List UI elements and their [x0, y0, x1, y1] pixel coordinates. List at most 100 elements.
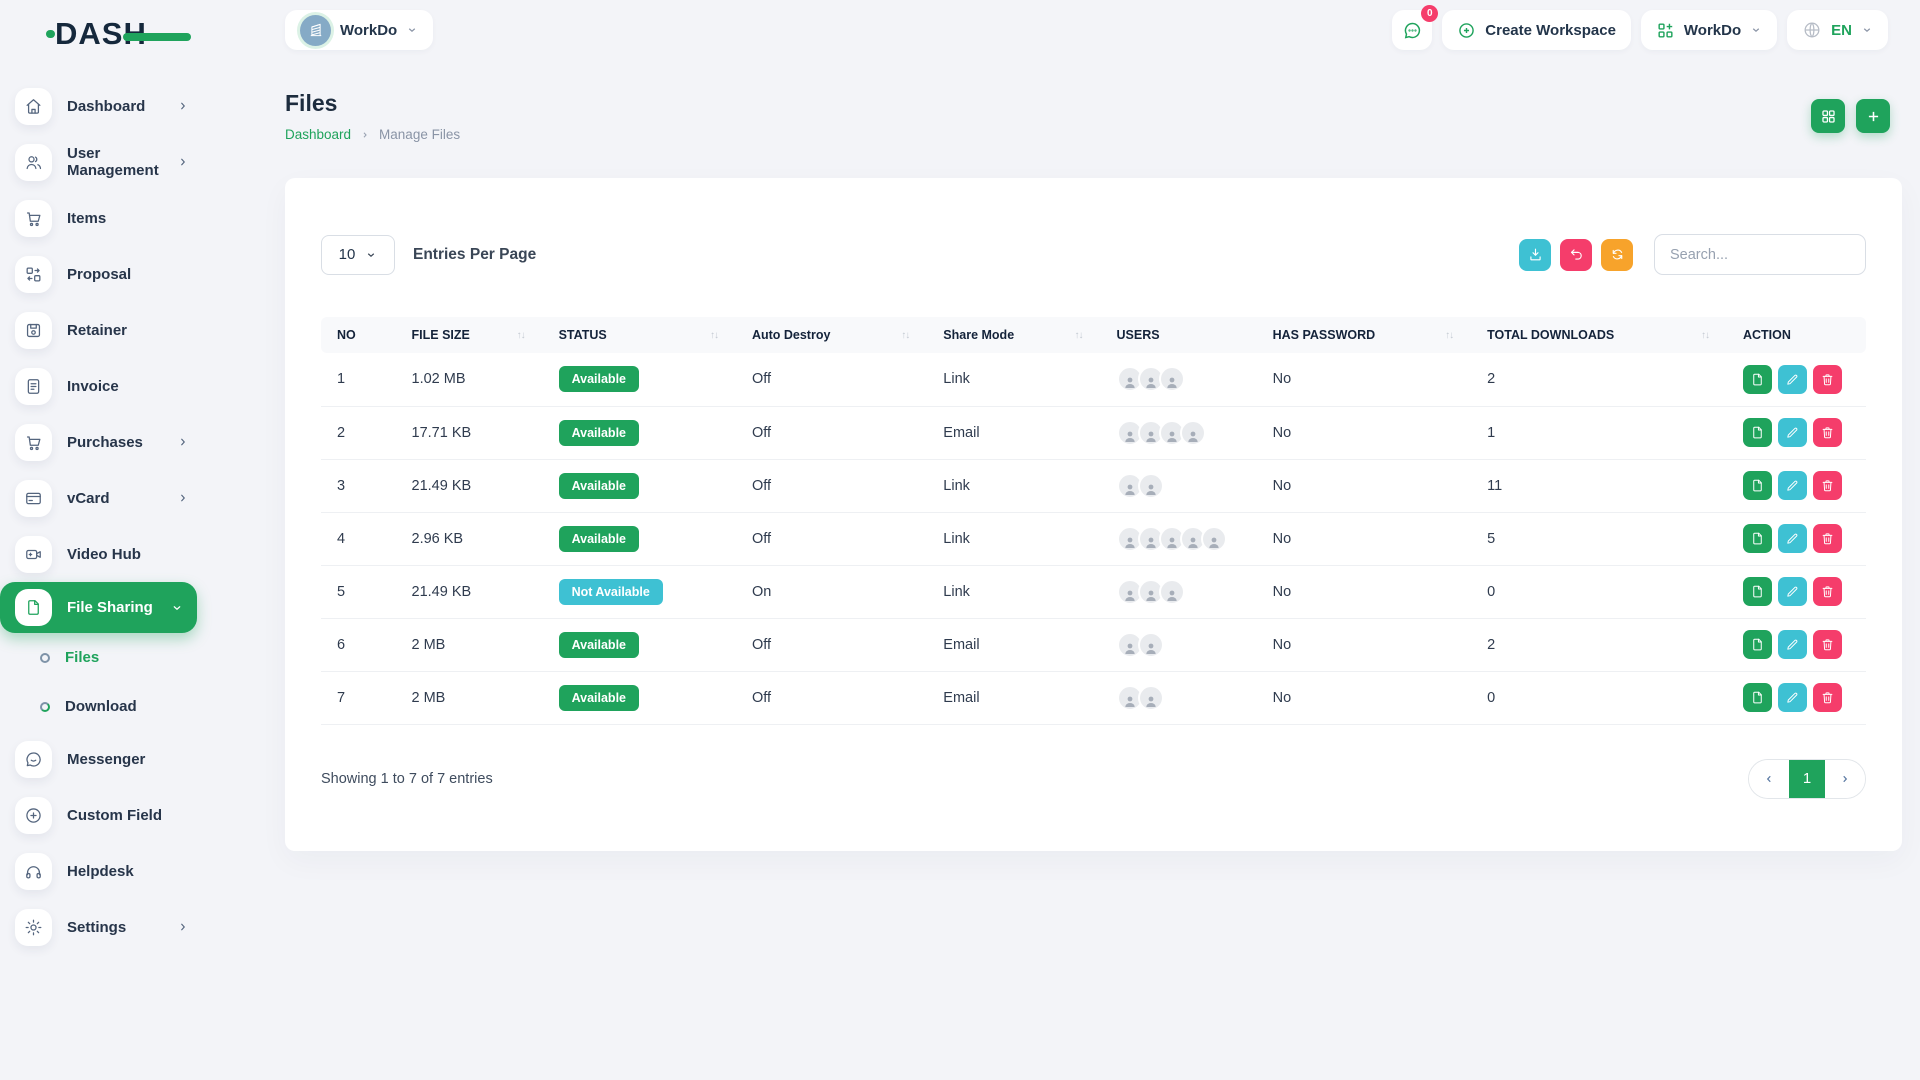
- cell-status: Available: [543, 618, 736, 671]
- sort-icon[interactable]: ↑↓: [1445, 330, 1455, 341]
- previous-page-button[interactable]: [1749, 759, 1789, 799]
- sidebar-item-dashboard[interactable]: Dashboard: [0, 78, 233, 134]
- edit-button[interactable]: [1778, 630, 1807, 659]
- person-icon: [1122, 481, 1138, 497]
- next-page-button[interactable]: [1825, 759, 1865, 799]
- grid-view-button[interactable]: [1811, 99, 1845, 133]
- download-button[interactable]: [1519, 239, 1551, 271]
- edit-button[interactable]: [1778, 683, 1807, 712]
- sidebar-subitem-download[interactable]: Download: [0, 682, 233, 731]
- status-badge: Available: [559, 366, 639, 392]
- sort-icon[interactable]: ↑↓: [1075, 330, 1085, 341]
- sort-icon[interactable]: ↑↓: [517, 330, 527, 341]
- view-file-button[interactable]: [1743, 630, 1772, 659]
- user-avatar: [1138, 685, 1164, 711]
- view-file-button[interactable]: [1743, 683, 1772, 712]
- column-label: Auto Destroy: [752, 328, 830, 342]
- chevron-right-icon: [177, 921, 189, 933]
- column-label: USERS: [1117, 328, 1160, 342]
- page-head: Files Dashboard Manage Files: [285, 90, 1902, 142]
- cell-total-downloads: 2: [1471, 618, 1727, 671]
- column-header-status[interactable]: STATUS↑↓: [543, 317, 736, 353]
- cell-no: 3: [321, 459, 396, 512]
- sidebar-item-proposal[interactable]: Proposal: [0, 246, 233, 302]
- cell-auto-destroy: Off: [736, 671, 927, 724]
- undo-button[interactable]: [1560, 239, 1592, 271]
- sort-icon[interactable]: ↑↓: [1701, 330, 1711, 341]
- column-header-share-mode[interactable]: Share Mode↑↓: [927, 317, 1100, 353]
- sidebar-item-retainer[interactable]: Retainer: [0, 302, 233, 358]
- file-icon: [1750, 584, 1765, 599]
- delete-button[interactable]: [1813, 524, 1842, 553]
- sidebar-item-label: Invoice: [67, 378, 119, 395]
- file-icon: [15, 589, 52, 626]
- sidebar-item-purchases[interactable]: Purchases: [0, 414, 233, 470]
- chevron-right-icon: [360, 130, 370, 140]
- delete-button[interactable]: [1813, 471, 1842, 500]
- sidebar-item-helpdesk[interactable]: Helpdesk: [0, 843, 233, 899]
- invoice-icon: [15, 368, 52, 405]
- avatar-group: [1117, 420, 1241, 446]
- delete-button[interactable]: [1813, 577, 1842, 606]
- view-file-button[interactable]: [1743, 418, 1772, 447]
- cell-auto-destroy: Off: [736, 512, 927, 565]
- sort-icon[interactable]: ↑↓: [901, 330, 911, 341]
- delete-button[interactable]: [1813, 418, 1842, 447]
- user-avatar: [1159, 366, 1185, 392]
- cell-action: [1727, 512, 1866, 565]
- column-header-has-password[interactable]: HAS PASSWORD↑↓: [1257, 317, 1472, 353]
- workspace-selector[interactable]: WorkDo: [285, 10, 433, 50]
- sort-icon[interactable]: ↑↓: [710, 330, 720, 341]
- table-body: 11.02 MBAvailableOffLinkNo2217.71 KBAvai…: [321, 353, 1866, 724]
- chevron-right-icon: [1839, 773, 1851, 785]
- edit-button[interactable]: [1778, 577, 1807, 606]
- sidebar-item-items[interactable]: Items: [0, 190, 233, 246]
- edit-button[interactable]: [1778, 471, 1807, 500]
- sidebar-subitem-files[interactable]: Files: [0, 633, 233, 682]
- workdo-menu-button[interactable]: WorkDo: [1641, 10, 1777, 50]
- sidebar-item-video-hub[interactable]: Video Hub: [0, 526, 233, 582]
- delete-button[interactable]: [1813, 365, 1842, 394]
- entries-per-page-select[interactable]: 10: [321, 235, 395, 275]
- sidebar-item-messenger[interactable]: Messenger: [0, 731, 233, 787]
- sidebar-item-file-sharing[interactable]: File Sharing: [0, 582, 197, 633]
- cell-status: Available: [543, 512, 736, 565]
- column-header-auto-destroy[interactable]: Auto Destroy ↑↓: [736, 317, 927, 353]
- page-number-button[interactable]: 1: [1789, 759, 1825, 799]
- refresh-button[interactable]: [1601, 239, 1633, 271]
- create-workspace-button[interactable]: Create Workspace: [1442, 10, 1631, 50]
- column-header-total-downloads[interactable]: TOTAL DOWNLOADS↑↓: [1471, 317, 1727, 353]
- messages-button[interactable]: 0: [1392, 10, 1432, 50]
- add-file-button[interactable]: [1856, 99, 1890, 133]
- search-input[interactable]: [1654, 234, 1866, 275]
- view-file-button[interactable]: [1743, 524, 1772, 553]
- view-file-button[interactable]: [1743, 577, 1772, 606]
- sidebar-item-custom-field[interactable]: Custom Field: [0, 787, 233, 843]
- cell-users: [1101, 618, 1257, 671]
- edit-button[interactable]: [1778, 524, 1807, 553]
- sidebar-item-user-management[interactable]: User Management: [0, 134, 233, 190]
- edit-button[interactable]: [1778, 365, 1807, 394]
- person-icon: [1164, 587, 1180, 603]
- file-icon: [1750, 531, 1765, 546]
- breadcrumb-dashboard-link[interactable]: Dashboard: [285, 127, 351, 142]
- create-workspace-label: Create Workspace: [1485, 22, 1616, 39]
- view-file-button[interactable]: [1743, 471, 1772, 500]
- status-badge: Available: [559, 473, 639, 499]
- sidebar-item-invoice[interactable]: Invoice: [0, 358, 233, 414]
- plus-circle-icon: [1457, 21, 1476, 40]
- user-avatar: [1201, 526, 1227, 552]
- language-selector[interactable]: EN: [1787, 10, 1888, 50]
- view-file-button[interactable]: [1743, 365, 1772, 394]
- edit-button[interactable]: [1778, 418, 1807, 447]
- delete-button[interactable]: [1813, 630, 1842, 659]
- delete-button[interactable]: [1813, 683, 1842, 712]
- column-header-file-size[interactable]: FILE SIZE↑↓: [396, 317, 543, 353]
- cell-has-password: No: [1257, 671, 1472, 724]
- sidebar-item-settings[interactable]: Settings: [0, 899, 233, 955]
- sidebar-item-vcard[interactable]: vCard: [0, 470, 233, 526]
- cell-action: [1727, 671, 1866, 724]
- sidebar-item-label: Custom Field: [67, 807, 162, 824]
- app-logo[interactable]: DASH: [55, 16, 147, 52]
- logo-accent-dot: [46, 30, 55, 38]
